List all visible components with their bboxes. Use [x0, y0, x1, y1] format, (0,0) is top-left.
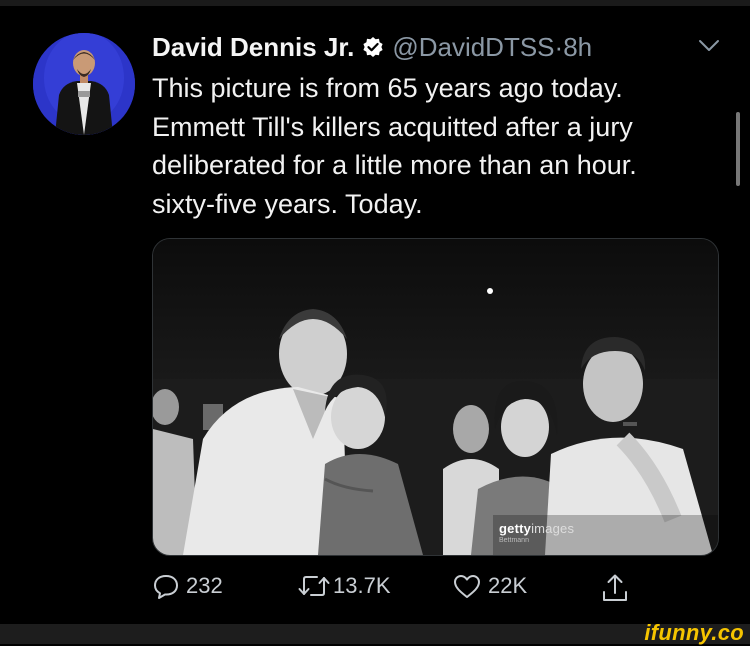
reply-button[interactable]: 232 — [152, 572, 223, 600]
verified-badge-icon — [362, 36, 384, 58]
tweet-text-line: deliberated for a little more than an ho… — [152, 150, 637, 180]
ifunny-logo: ifunny.co — [644, 620, 744, 645]
retweet-icon — [297, 572, 331, 600]
share-button[interactable] — [600, 572, 630, 604]
author-handle[interactable]: @DavidDTSS — [392, 32, 554, 63]
getty-watermark: gettyimages Bettmann — [499, 521, 574, 544]
watermark-credit: Bettmann — [499, 537, 529, 544]
chevron-down-icon[interactable] — [697, 36, 721, 56]
reply-count: 232 — [186, 573, 223, 598]
watermark-brand-bold: getty — [499, 521, 532, 536]
top-divider — [0, 0, 750, 6]
tweet-text: This picture is from 65 years ago today.… — [152, 69, 732, 223]
footer-bar: ifunny.co — [0, 620, 750, 645]
tweet-header: David Dennis Jr. @DavidDTSS · 8h — [152, 30, 592, 64]
tweet-text-line: sixty-five years. Today. — [152, 188, 423, 219]
like-button[interactable]: 22K — [452, 572, 527, 600]
tweet-text-line: Emmett Till's killers acquitted after a … — [152, 111, 633, 142]
avatar[interactable] — [33, 33, 135, 135]
author-name[interactable]: David Dennis Jr. — [152, 32, 354, 63]
tweet-text-line: This picture is from 65 years ago today. — [152, 73, 623, 103]
watermark-brand-light: images — [531, 521, 575, 536]
share-icon — [600, 572, 630, 604]
tweet-photo[interactable]: gettyimages Bettmann — [152, 238, 719, 556]
reply-icon — [152, 572, 180, 600]
photo-illustration — [153, 239, 718, 555]
like-count: 22K — [488, 573, 528, 598]
retweet-count: 13.7K — [333, 573, 391, 598]
separator-dot: · — [554, 31, 564, 62]
retweet-button[interactable]: 13.7K — [297, 572, 391, 600]
tweet-time[interactable]: 8h — [563, 32, 592, 63]
tweet-actions: 232 13.7K 22K — [152, 572, 652, 606]
scrollbar[interactable] — [736, 112, 740, 186]
like-heart-icon — [452, 572, 482, 600]
